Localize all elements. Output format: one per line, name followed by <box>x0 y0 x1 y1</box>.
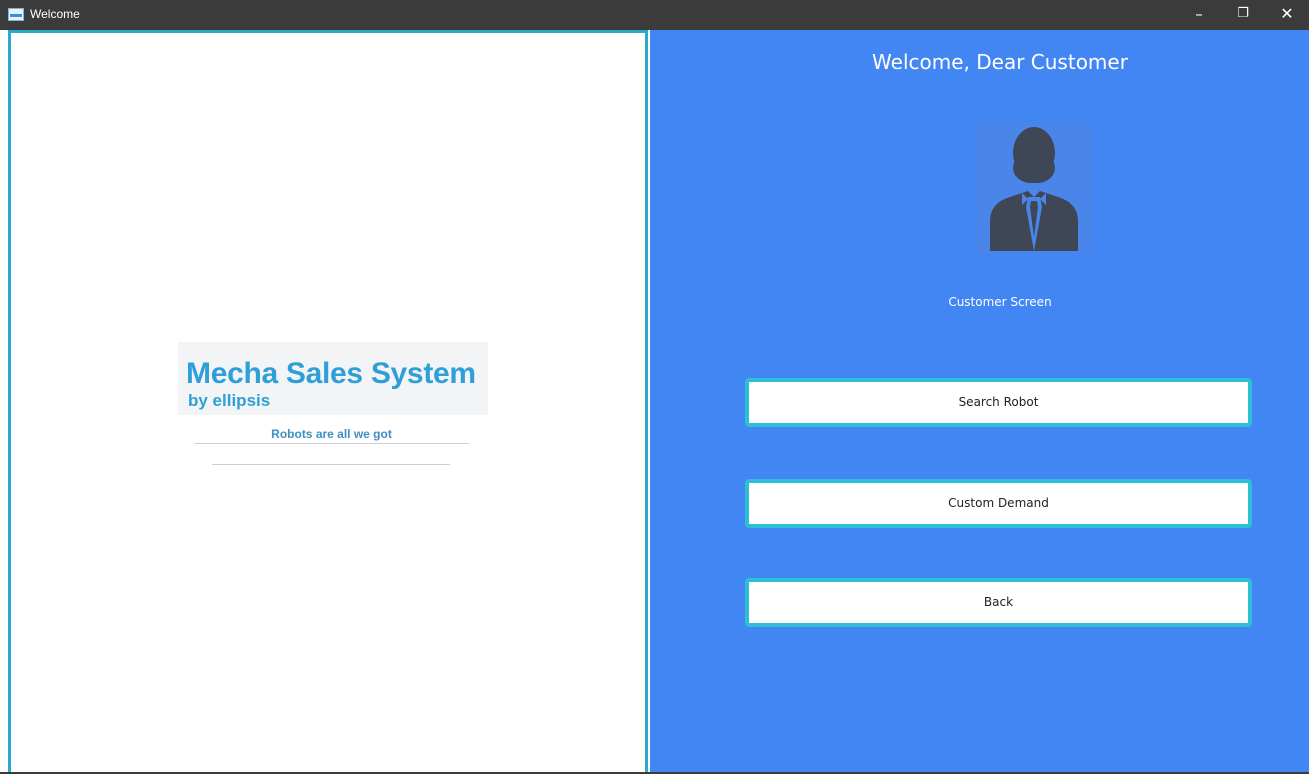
customer-panel: Welcome, Dear Customer Customer Screen S… <box>650 30 1309 772</box>
welcome-heading: Welcome, Dear Customer <box>872 50 1128 74</box>
screen-label: Customer Screen <box>948 295 1052 309</box>
search-robot-button[interactable]: Search Robot <box>745 378 1252 427</box>
close-button[interactable]: ✕ <box>1265 0 1309 30</box>
divider <box>194 443 469 444</box>
divider <box>212 464 450 465</box>
back-button[interactable]: Back <box>745 578 1252 627</box>
logo-subtitle: by ellipsis <box>188 391 271 410</box>
maximize-button[interactable]: ❐ <box>1221 0 1265 30</box>
minimize-button[interactable]: – <box>1177 0 1221 30</box>
app-icon <box>8 8 24 21</box>
custom-demand-button[interactable]: Custom Demand <box>745 479 1252 528</box>
customer-avatar-icon <box>976 123 1092 253</box>
branding-panel: Mecha Sales System by ellipsis Robots ar… <box>8 30 648 772</box>
window-title: Welcome <box>30 7 80 21</box>
tagline: Robots are all we got <box>271 427 392 441</box>
logo: Mecha Sales System by ellipsis <box>178 342 488 415</box>
logo-title: Mecha Sales System <box>186 357 476 390</box>
title-bar: Welcome – ❐ ✕ <box>0 0 1309 30</box>
